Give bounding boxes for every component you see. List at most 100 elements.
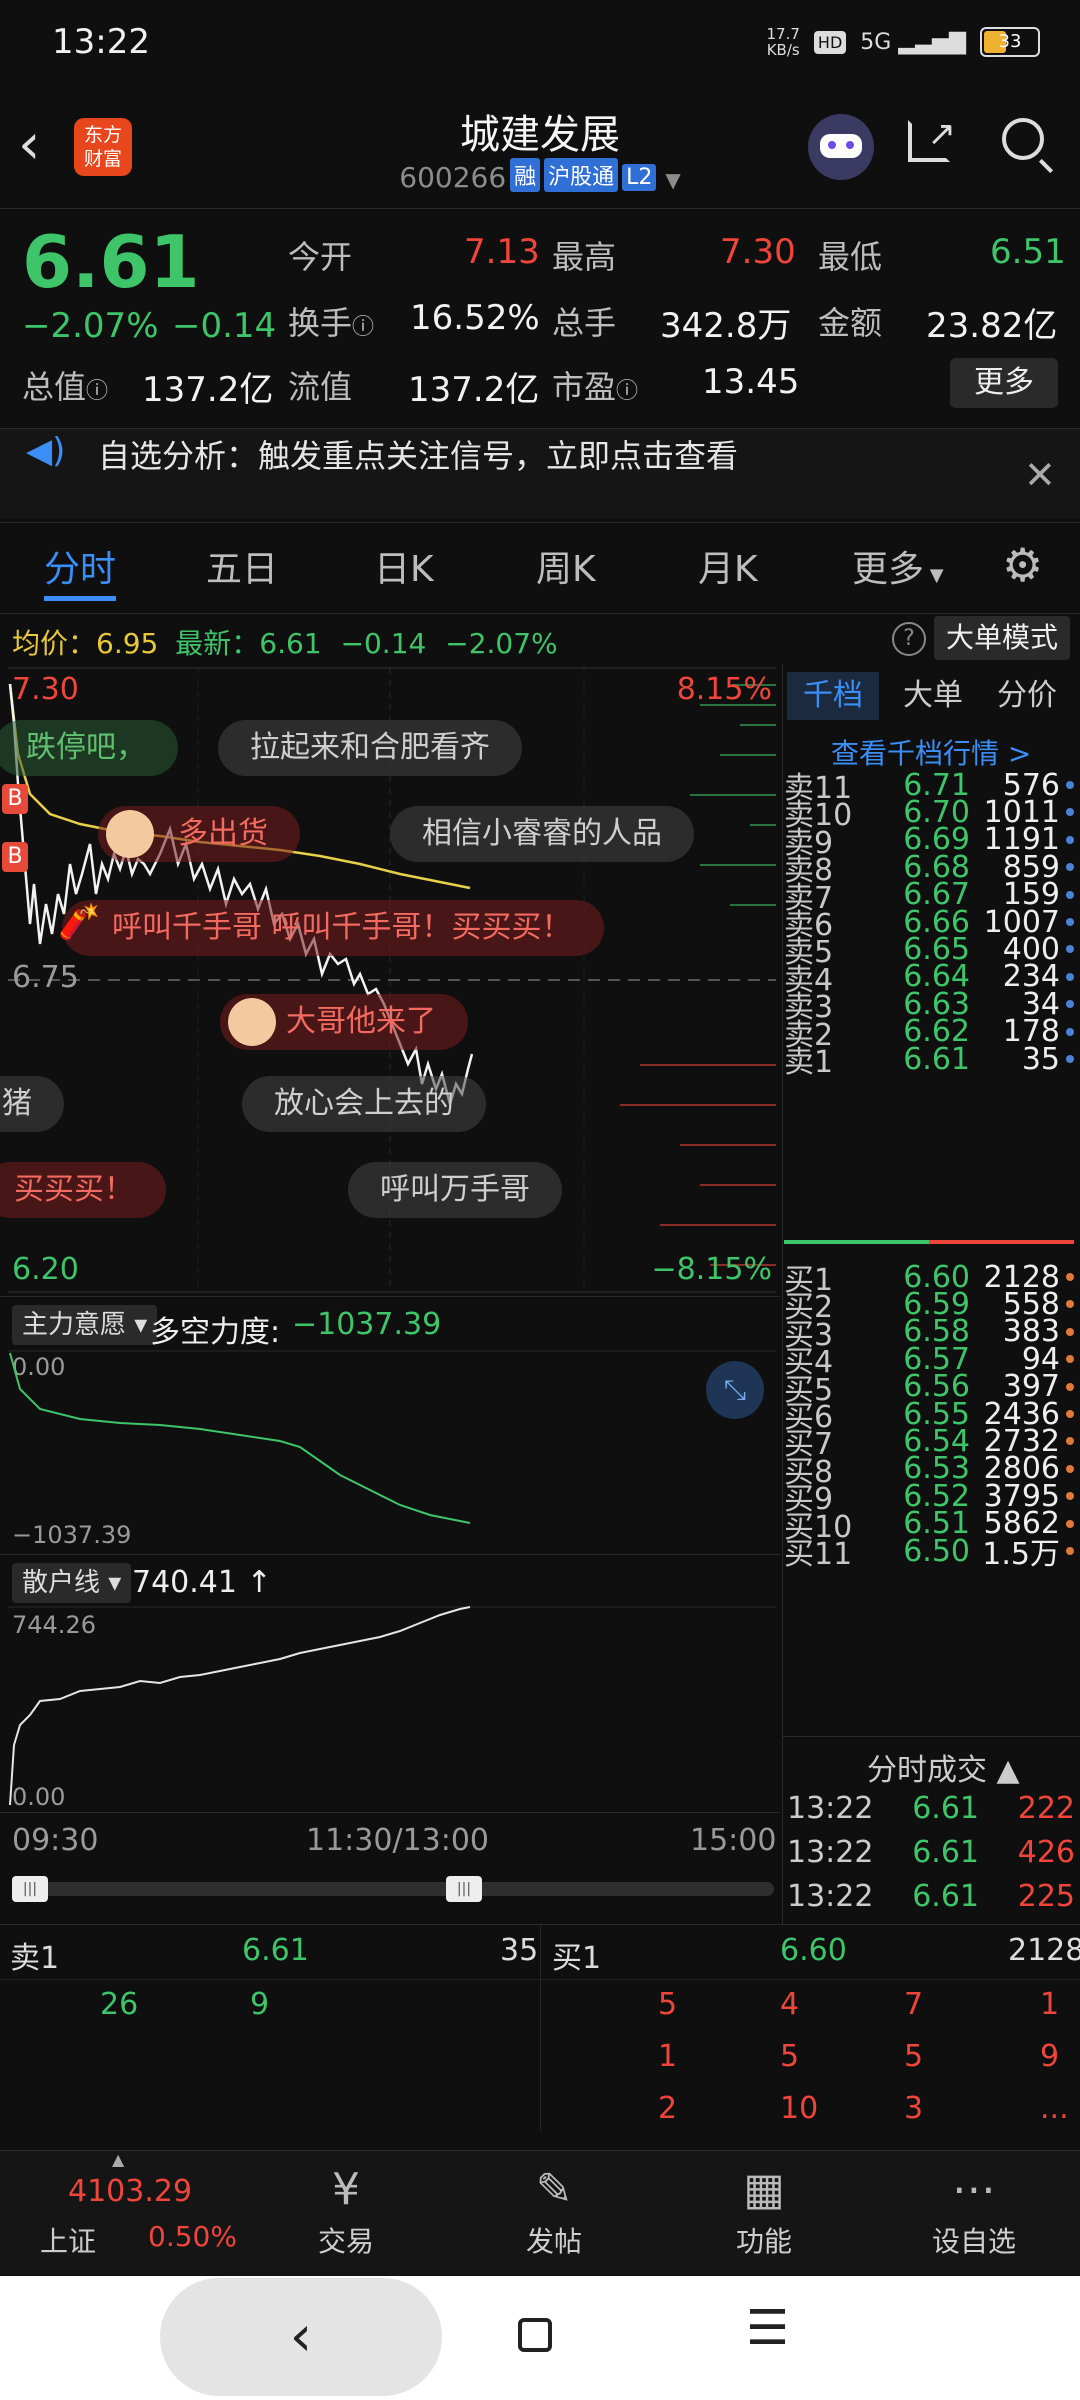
indicator-main-force: 主力意愿 ▾ 多空力度: −1037.39 0.00 −1037.39 ⤡ xyxy=(0,1296,780,1553)
settings-icon[interactable]: ⚙ xyxy=(1002,538,1043,592)
stock-code: 600266 xyxy=(399,161,507,194)
robot-assistant-icon[interactable] xyxy=(808,114,874,180)
help-icon[interactable]: ? xyxy=(892,622,926,656)
tab-daily[interactable]: 日K xyxy=(374,540,434,592)
share-icon[interactable]: ↗ xyxy=(908,114,956,162)
big-order-mode-button[interactable]: 大单模式 xyxy=(934,616,1070,660)
indicator-selector[interactable]: 散户线 ▾ xyxy=(12,1563,132,1603)
dropdown-icon[interactable]: ▼ xyxy=(665,168,680,192)
order-dot-icon xyxy=(1066,890,1074,899)
tick-price: 6.61 xyxy=(912,1791,979,1826)
intraday-chart[interactable]: 7.30 8.15% 6.75 6.20 −8.15% B B 跌停吧， 拉起来… xyxy=(0,664,780,1296)
change-pct: −2.07% xyxy=(22,306,159,346)
grid-icon: ▦ xyxy=(743,2164,785,2215)
tick-row: 13:22 6.61 225 xyxy=(787,1879,1075,1914)
more-icon: ⋯ xyxy=(952,2164,996,2215)
danmaku-bubble: 呼叫千手哥 呼叫千手哥！买买买！ xyxy=(62,900,604,956)
queue-order: 4 xyxy=(780,1987,800,2022)
ticks-title[interactable]: 分时成交 ▲ xyxy=(867,1745,1020,1789)
battery-level: 33 xyxy=(998,31,1022,52)
chart-mid-price: 6.75 xyxy=(12,960,79,995)
danmaku-bubble: 猪 xyxy=(0,1076,64,1132)
queue-order: 10 xyxy=(780,2091,819,2126)
queue-sell-volume: 35 xyxy=(500,1933,539,1968)
more-button[interactable]: 更多 xyxy=(950,358,1058,408)
ticks-panel[interactable]: 分时成交 ▲ 13:22 6.61 222 13:22 6.61 426 13:22 6.… xyxy=(782,1736,1080,1923)
index-widget[interactable]: ▲ 4103.29 上证 0.50% xyxy=(0,2150,240,2274)
indicator-line-chart xyxy=(8,1606,776,1806)
turnover-value: 16.52% xyxy=(410,298,540,338)
network-type: 5G xyxy=(860,29,892,55)
hd-icon: HD xyxy=(813,30,847,54)
queue-buy-divider xyxy=(540,1979,1080,1980)
expand-icon[interactable]: ⤡ xyxy=(706,1361,764,1419)
tab-more[interactable]: 更多 ▼ xyxy=(852,540,944,592)
tab-5day[interactable]: 五日 xyxy=(206,540,278,592)
tab-more-label: 更多 xyxy=(852,549,925,590)
status-bar: 13:22 17.7 KB/s HD 5G ▂▃▅▇ 33 xyxy=(0,0,1080,90)
pe-label-text: 市盈 xyxy=(552,368,617,406)
search-icon[interactable] xyxy=(1002,118,1054,174)
queue-divider xyxy=(540,1925,541,2131)
queue-order: 7 xyxy=(904,1987,924,2022)
bid-level: 买11 xyxy=(784,1537,853,1572)
index-name: 上证 xyxy=(40,2225,97,2258)
close-icon[interactable]: ✕ xyxy=(1024,453,1056,497)
status-icons: 17.7 KB/s HD 5G ▂▃▅▇ 33 xyxy=(767,26,1040,58)
queue-sell-label: 卖1 xyxy=(10,1941,60,1976)
stock-code-line[interactable]: 600266 融沪股通 L2 ▼ xyxy=(0,158,1080,194)
system-menu-button[interactable]: ☰ xyxy=(746,2300,789,2356)
system-home-button[interactable] xyxy=(518,2318,552,2352)
range-scrubber[interactable]: ||| ||| xyxy=(12,1876,774,1902)
system-back-button[interactable]: ‹ xyxy=(160,2278,442,2396)
range-handle-left[interactable]: ||| xyxy=(12,1876,48,1902)
nav-post[interactable]: ✎ 发帖 xyxy=(474,2160,634,2260)
danmaku-bubble: 跌停吧， xyxy=(0,720,178,776)
time-mid: 11:30/13:00 xyxy=(306,1823,490,1858)
indicator-line-chart xyxy=(8,1350,776,1524)
tick-volume: 426 xyxy=(1017,1835,1075,1870)
avatar xyxy=(106,810,154,858)
tab-monthly[interactable]: 月K xyxy=(698,540,758,592)
tab-big-order[interactable]: 大单 xyxy=(887,672,979,720)
nav-features[interactable]: ▦ 功能 xyxy=(684,2160,844,2260)
tick-price: 6.61 xyxy=(912,1835,979,1870)
indicator-value-text: 740.41 xyxy=(132,1565,237,1600)
order-dot-icon xyxy=(1066,1410,1074,1418)
danmaku-bubble: 拉起来和合肥看齐 xyxy=(218,720,522,776)
queue-sell-price: 6.61 xyxy=(242,1933,309,1968)
tab-price-dist[interactable]: 分价 xyxy=(981,672,1073,720)
nav-trade[interactable]: ¥ 交易 xyxy=(266,2160,426,2260)
tab-intraday[interactable]: 分时 xyxy=(44,540,116,592)
clock: 13:22 xyxy=(52,22,150,62)
order-dot-icon xyxy=(1066,1519,1074,1528)
nav-label: 发帖 xyxy=(525,2225,582,2258)
avg-label: 均价： xyxy=(12,627,97,660)
tick-row: 13:22 6.61 222 xyxy=(787,1791,1075,1826)
info-icon[interactable]: ⓘ xyxy=(86,379,108,404)
range-handle-right[interactable]: ||| xyxy=(446,1876,482,1902)
tick-time: 13:22 xyxy=(787,1879,874,1914)
queue-order: 5 xyxy=(780,2039,800,2074)
info-icon[interactable]: ⓘ xyxy=(352,315,374,340)
latest-chg: −0.14 xyxy=(340,627,427,660)
tag-connect: 沪股通 xyxy=(544,158,619,192)
indicator-selector[interactable]: 主力意愿 ▾ xyxy=(12,1305,158,1345)
bid-row[interactable]: 买11 6.50 1.5万 xyxy=(784,1530,1074,1572)
info-icon[interactable]: ⓘ xyxy=(616,379,638,404)
bid-volume: 1.5万 xyxy=(982,1537,1060,1572)
nav-add-watchlist[interactable]: ⋯ 设自选 xyxy=(894,2160,1054,2260)
tab-weekly[interactable]: 周K xyxy=(536,540,596,592)
high-value: 7.30 xyxy=(720,232,796,272)
notice-bar[interactable]: ◀) 自选分析：触发重点关注信号，立即点击查看 ✕ xyxy=(0,428,1080,519)
high-label: 最高 xyxy=(552,238,617,276)
tag-l2: L2 xyxy=(622,164,657,191)
tab-depth[interactable]: 千档 xyxy=(787,672,879,720)
avatar xyxy=(228,998,276,1046)
trade-icon: ¥ xyxy=(332,2164,360,2215)
order-dot-icon xyxy=(1066,918,1074,926)
order-dot-icon xyxy=(1066,808,1074,817)
turnover-label: 换手ⓘ xyxy=(288,298,374,344)
queue-order: ... xyxy=(1040,2091,1069,2126)
ask-row[interactable]: 卖1 6.61 35 xyxy=(784,1038,1074,1080)
